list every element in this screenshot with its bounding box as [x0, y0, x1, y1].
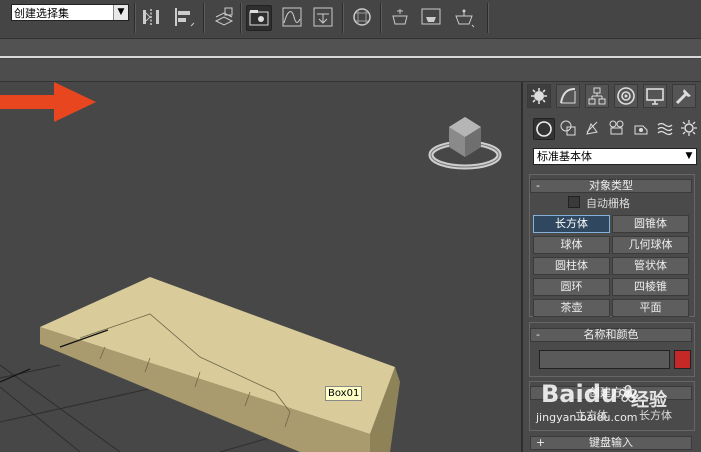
toolbar-separator — [342, 3, 344, 33]
lights-icon[interactable] — [583, 118, 603, 138]
axis-line — [0, 368, 31, 383]
space-warps-icon[interactable] — [655, 118, 675, 138]
primitive-button[interactable]: 球体 — [533, 236, 610, 254]
primitive-button[interactable]: 几何球体 — [612, 236, 689, 254]
secondary-toolbar — [0, 39, 701, 58]
object-categories — [533, 118, 699, 140]
render-icon[interactable] — [452, 5, 476, 29]
systems-icon[interactable] — [679, 118, 699, 138]
object-name-input[interactable] — [539, 350, 670, 369]
hierarchy-tab-icon[interactable] — [585, 84, 609, 108]
modify-tab-icon[interactable] — [556, 84, 580, 108]
material-editor-icon[interactable] — [350, 5, 374, 29]
chevron-down-icon: ▼ — [113, 5, 128, 20]
object-type-title: 对象类型 — [589, 179, 633, 192]
name-color-header[interactable]: - 名称和颜色 — [530, 328, 692, 342]
arrow-right-icon — [0, 82, 96, 122]
primitive-button[interactable]: 平面 — [612, 299, 689, 317]
command-panel: 标准基本体 ▼ - 对象类型 自动栅格 长方体 圆锥体 球体 几何球体 圆柱体 管状体 圆环… — [521, 82, 701, 452]
chevron-down-icon: ▼ — [685, 151, 693, 161]
perspective-viewport[interactable]: Box01 — [0, 82, 521, 452]
creation-method-header[interactable]: 创建方法 — [530, 386, 692, 400]
primitive-button[interactable]: 圆环 — [533, 278, 610, 296]
name-color-title: 名称和颜色 — [583, 328, 639, 341]
object-color-swatch[interactable] — [674, 350, 691, 369]
mirror-icon[interactable] — [140, 5, 164, 29]
object-type-header[interactable]: - 对象类型 — [530, 179, 692, 193]
toolbar-separator — [487, 3, 489, 33]
checkbox-icon — [568, 196, 580, 208]
primitive-button[interactable]: 圆锥体 — [612, 215, 689, 233]
keyboard-entry-header[interactable]: + 键盘输入 — [530, 436, 692, 450]
box-radio[interactable]: 长方体 — [639, 407, 672, 423]
keyboard-entry-title: 键盘输入 — [589, 436, 633, 449]
toolbar-separator — [203, 3, 205, 33]
selection-set-value: 创建选择集 — [14, 7, 69, 20]
display-tab-icon[interactable] — [643, 84, 667, 108]
scene-explorer-icon[interactable] — [246, 5, 272, 31]
helpers-icon[interactable] — [631, 118, 651, 138]
create-tab-icon[interactable] — [527, 84, 551, 108]
shapes-icon[interactable] — [558, 118, 578, 138]
cube-radio[interactable]: 立方体 — [575, 407, 608, 423]
object-name-label: Box01 — [325, 386, 363, 401]
autogrid-checkbox[interactable]: 自动栅格 — [568, 196, 630, 210]
rendered-frame-icon[interactable] — [419, 5, 443, 29]
creation-method-title: 创建方法 — [589, 386, 633, 399]
toolbar-separator — [380, 3, 382, 33]
toolbar-separator — [240, 3, 242, 33]
render-setup-icon[interactable] — [388, 5, 412, 29]
selection-set-dropdown[interactable]: 创建选择集 ▼ — [11, 4, 129, 21]
command-panel-tabs — [527, 84, 699, 108]
motion-tab-icon[interactable] — [614, 84, 638, 108]
viewcube-icon[interactable] — [428, 117, 502, 170]
cameras-icon[interactable] — [607, 118, 627, 138]
curve-editor-icon[interactable] — [280, 5, 304, 29]
geometry-icon[interactable] — [533, 118, 555, 140]
main-toolbar: 创建选择集 ▼ — [0, 0, 701, 39]
autogrid-label: 自动栅格 — [586, 197, 630, 210]
divider — [0, 56, 701, 58]
ribbon-strip — [0, 59, 701, 82]
align-icon[interactable] — [172, 5, 196, 29]
primitive-button[interactable]: 管状体 — [612, 257, 689, 275]
schematic-view-icon[interactable] — [311, 5, 335, 29]
primitive-button[interactable]: 长方体 — [533, 215, 610, 233]
primitive-button[interactable]: 四棱锥 — [612, 278, 689, 296]
primitive-button[interactable]: 茶壶 — [533, 299, 610, 317]
viewport-scene — [0, 117, 502, 452]
primitive-type-dropdown[interactable]: 标准基本体 ▼ — [533, 148, 697, 165]
layer-manager-icon[interactable] — [212, 5, 236, 29]
toolbar-separator — [134, 3, 136, 33]
primitive-type-value: 标准基本体 — [537, 150, 592, 163]
utilities-tab-icon[interactable] — [672, 84, 696, 108]
primitive-button[interactable]: 圆柱体 — [533, 257, 610, 275]
